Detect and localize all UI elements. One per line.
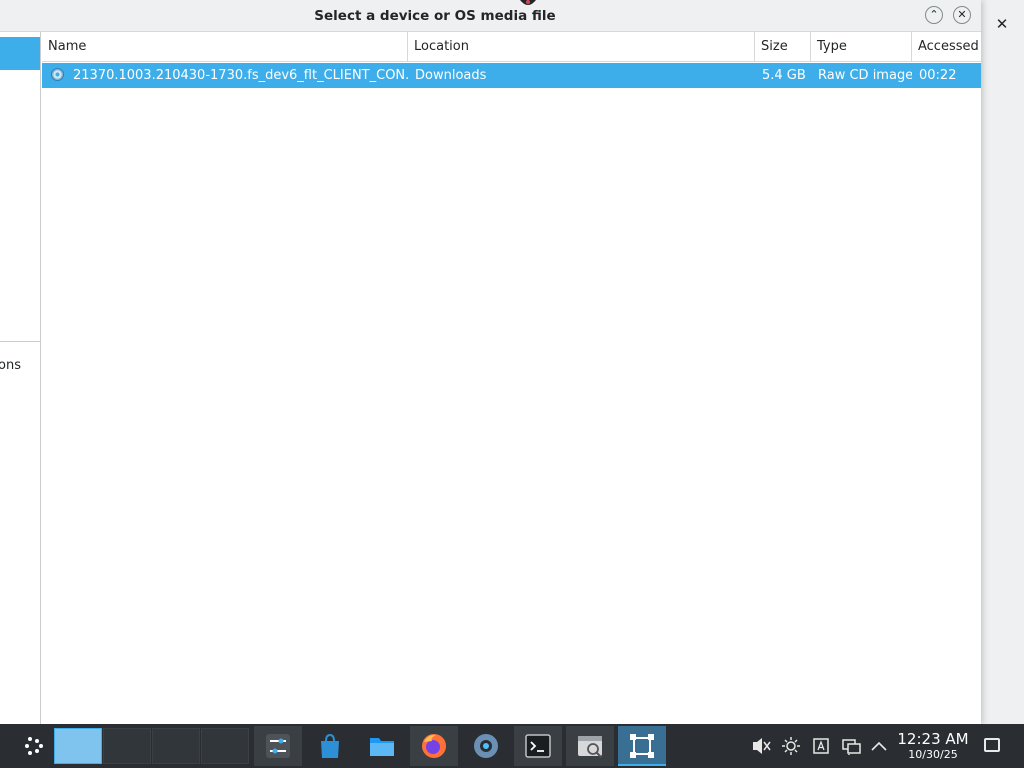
virtual-desktop-2[interactable] bbox=[103, 728, 151, 764]
clock-time[interactable]: 12:23 AM bbox=[896, 730, 970, 748]
minimize-button[interactable]: ⌃ bbox=[925, 6, 943, 24]
file-name: 21370.1003.210430-1730.fs_dev6_flt_CLIEN… bbox=[73, 68, 408, 83]
virtual-desktop-3[interactable] bbox=[152, 728, 200, 764]
system-settings-icon bbox=[266, 734, 290, 758]
dialog-titlebar[interactable]: Select a device or OS media file ⌃ ✕ bbox=[0, 0, 981, 32]
file-accessed: 00:22 bbox=[919, 68, 957, 83]
brightness-icon[interactable] bbox=[780, 724, 802, 768]
close-icon: ✕ bbox=[957, 8, 967, 21]
sidebar-item-label[interactable]: ons bbox=[0, 358, 21, 373]
dialog-title: Select a device or OS media file bbox=[314, 8, 556, 24]
firefox-icon bbox=[422, 734, 446, 758]
network-wired-icon[interactable] bbox=[840, 724, 862, 768]
file-list: Name Location Size Type Accessed 21370.1… bbox=[42, 32, 981, 724]
file-location: Downloads bbox=[415, 68, 487, 83]
virtual-desktop-4[interactable] bbox=[201, 728, 249, 764]
file-list-header: Name Location Size Type Accessed bbox=[42, 32, 981, 62]
chevron-up-icon: ⌃ bbox=[929, 8, 939, 21]
volume-muted-icon[interactable] bbox=[750, 724, 772, 768]
task-virt-manager[interactable] bbox=[618, 726, 666, 766]
column-header-location[interactable]: Location bbox=[408, 32, 755, 62]
virt-manager-icon bbox=[630, 734, 654, 758]
file-dialog: Select a device or OS media file ⌃ ✕ ons… bbox=[0, 0, 981, 724]
cursor-icon bbox=[520, 0, 536, 5]
column-header-type[interactable]: Type bbox=[811, 32, 912, 62]
file-type: Raw CD image bbox=[818, 68, 912, 83]
disc-image-icon bbox=[51, 68, 64, 81]
task-terminal[interactable] bbox=[514, 726, 562, 766]
column-header-size[interactable]: Size bbox=[755, 32, 811, 62]
task-file-manager[interactable] bbox=[358, 726, 406, 766]
background-window-close-icon[interactable]: ✕ bbox=[992, 14, 1012, 34]
settings-gear-icon bbox=[474, 734, 498, 758]
sidebar-item-selected[interactable] bbox=[0, 37, 40, 70]
close-button[interactable]: ✕ bbox=[953, 6, 971, 24]
task-system-settings[interactable] bbox=[254, 726, 302, 766]
file-manager-icon bbox=[370, 738, 394, 756]
chevron-up-icon[interactable] bbox=[868, 724, 890, 768]
task-settings[interactable] bbox=[462, 726, 510, 766]
application-launcher-icon[interactable] bbox=[14, 726, 54, 766]
keyboard-layout-icon[interactable] bbox=[810, 724, 832, 768]
task-firefox[interactable] bbox=[410, 726, 458, 766]
places-sidebar: ons bbox=[0, 32, 41, 724]
column-header-name[interactable]: Name bbox=[42, 32, 408, 62]
clock-date[interactable]: 10/30/25 bbox=[896, 748, 970, 761]
discover-store-icon bbox=[321, 733, 339, 758]
show-desktop-icon[interactable] bbox=[984, 738, 1000, 752]
table-row[interactable]: 21370.1003.210430-1730.fs_dev6_flt_CLIEN… bbox=[42, 63, 981, 88]
file-size: 5.4 GB bbox=[762, 68, 806, 83]
task-discover[interactable] bbox=[306, 726, 354, 766]
task-disk-utility[interactable] bbox=[566, 726, 614, 766]
column-header-accessed[interactable]: Accessed bbox=[912, 32, 981, 62]
sidebar-divider bbox=[0, 341, 40, 342]
terminal-icon bbox=[525, 734, 551, 758]
background-window bbox=[980, 0, 1024, 724]
disk-utility-icon bbox=[578, 736, 602, 758]
virtual-desktop-1[interactable] bbox=[54, 728, 102, 764]
